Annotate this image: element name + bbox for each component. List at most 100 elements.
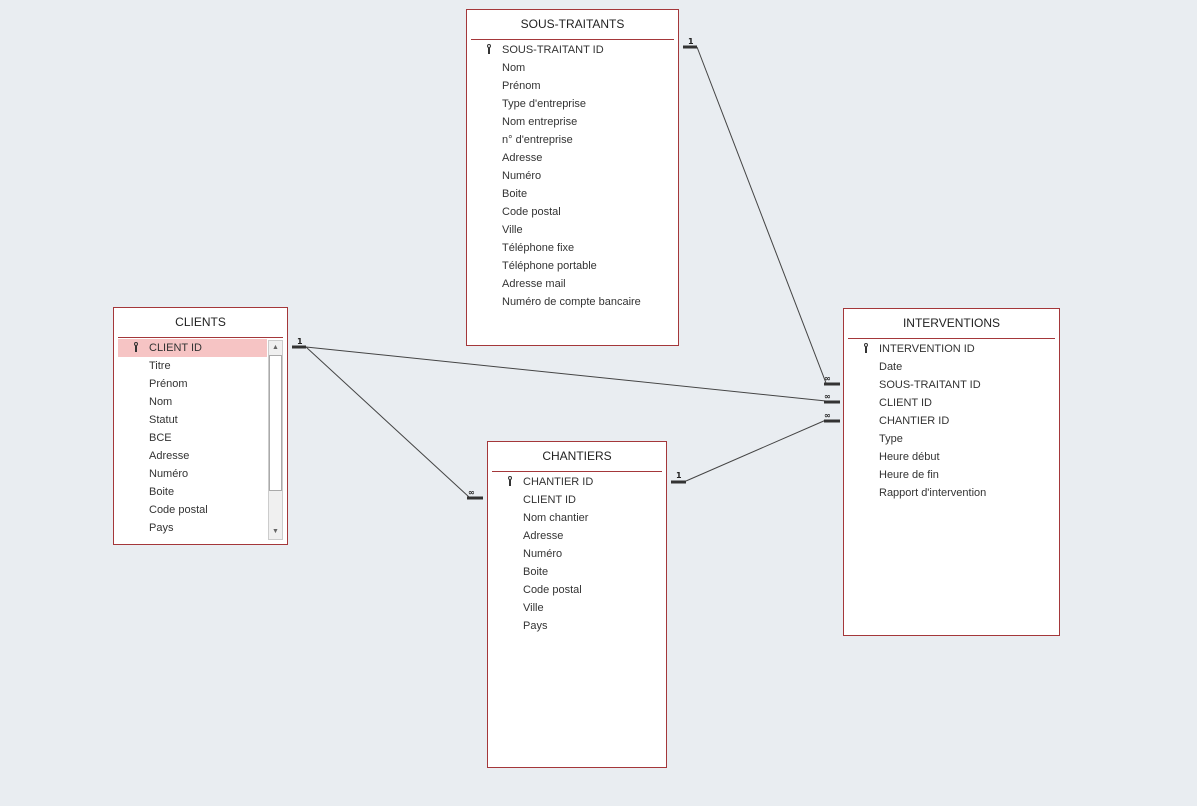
field-name: CHANTIER ID [523,476,594,488]
field-row[interactable]: SOUS-TRAITANT ID [471,41,674,59]
field-row[interactable]: Téléphone portable [471,257,674,275]
field-row[interactable]: Titre [118,357,267,375]
field-row[interactable]: Adresse [492,527,662,545]
field-row[interactable]: Type [848,430,1055,448]
field-row[interactable]: Numéro [492,545,662,563]
field-row[interactable]: Nom chantier [492,509,662,527]
relation-line-client-chantier[interactable] [305,346,470,498]
field-row[interactable]: Prénom [471,77,674,95]
table-title: SOUS-TRAITANTS [520,17,625,31]
scrollbar-thumb[interactable] [269,355,282,491]
field-row[interactable]: Nom [118,393,267,411]
field-row[interactable]: BCE [118,429,267,447]
field-row[interactable]: Adresse [118,447,267,465]
field-row[interactable]: Heure début [848,448,1055,466]
field-list[interactable]: CLIENT ID Titre Prénom Nom Statut BCE Adresse N… [118,339,267,540]
field-row[interactable]: Téléphone fixe [471,239,674,257]
field-row[interactable]: Boite [492,563,662,581]
field-row[interactable]: CHANTIER ID [848,412,1055,430]
field-name: Rapport d'intervention [879,487,987,499]
field-name: Titre [149,360,171,372]
field-list[interactable]: CHANTIER ID CLIENT ID Nom chantier Adresse N… [492,473,662,763]
field-row[interactable]: CHANTIER ID [492,473,662,491]
field-name: Nom [149,396,173,408]
field-row[interactable]: CLIENT ID [118,339,267,357]
table-sous-traitants[interactable]: SOUS-TRAITANTS SOUS-TRAITANT ID Nom Prénom… [466,9,679,346]
field-row[interactable]: Ville [118,537,267,540]
field-row[interactable]: Adresse [471,149,674,167]
table-title: INTERVENTIONS [902,316,1001,330]
field-name: CLIENT ID [149,342,202,354]
field-row[interactable]: Code postal [118,501,267,519]
field-name: INTERVENTION ID [879,343,975,355]
field-row[interactable]: Adresse mail [471,275,674,293]
field-name: CHANTIER ID [879,415,950,427]
field-row[interactable]: Nom [471,59,674,77]
field-list[interactable]: SOUS-TRAITANT ID Nom Prénom Type d'entrepri… [471,41,674,341]
field-name: Numéro [149,468,189,480]
field-name: Numéro [523,548,563,560]
field-name: Numéro de compte bancaire [502,296,641,308]
field-row[interactable]: Code postal [471,203,674,221]
key-icon [864,343,868,353]
scroll-down-arrow-icon[interactable]: ▼ [269,525,282,539]
field-row[interactable]: Prénom [118,375,267,393]
scroll-up-arrow-icon[interactable]: ▲ [269,341,282,355]
field-name: Code postal [149,504,208,516]
field-name: CLIENT ID [879,397,932,409]
field-row[interactable]: INTERVENTION ID [848,340,1055,358]
field-row[interactable]: Heure de fin [848,466,1055,484]
table-interventions[interactable]: INTERVENTIONS INTERVENTION ID Date SOUS-TR… [843,308,1060,636]
field-row[interactable]: SOUS-TRAITANT ID [848,376,1055,394]
many-label: ∞ [468,488,475,497]
field-row[interactable]: Ville [471,221,674,239]
field-name: n° d'entreprise [502,134,573,146]
field-name: Pays [149,522,174,534]
field-name: BCE [149,432,172,444]
field-name: Type d'entreprise [502,98,587,110]
field-name: Boite [523,566,549,578]
field-name: Nom [502,62,526,74]
divider [471,39,674,40]
relation-line-soustraitant-intervention[interactable] [696,46,827,384]
field-row[interactable]: CLIENT ID [848,394,1055,412]
field-row[interactable]: Numéro de compte bancaire [471,293,674,311]
relation-line-chantier-intervention[interactable] [685,419,827,482]
field-name: SOUS-TRAITANT ID [879,379,981,391]
field-row[interactable]: CLIENT ID [492,491,662,509]
field-name: Pays [523,620,548,632]
vertical-scrollbar[interactable]: ▲ ▼ [268,340,283,540]
field-row[interactable]: Type d'entreprise [471,95,674,113]
table-clients[interactable]: CLIENTS CLIENT ID Titre Prénom Nom Statut BCE… [113,307,288,545]
field-name: Statut [149,414,178,426]
field-row[interactable]: Numéro [471,167,674,185]
field-row[interactable]: Date [848,358,1055,376]
field-row[interactable]: Nom entreprise [471,113,674,131]
field-name: Heure début [879,451,940,463]
field-row[interactable]: Pays [118,519,267,537]
field-name: Boite [502,188,528,200]
relation-line-client-intervention[interactable] [305,346,827,402]
field-row[interactable]: Code postal [492,581,662,599]
field-row[interactable]: Boite [118,483,267,501]
field-row[interactable]: Pays [492,617,662,635]
many-label: ∞ [824,392,831,401]
table-chantiers[interactable]: CHANTIERS CHANTIER ID CLIENT ID Nom chanti… [487,441,667,768]
field-list[interactable]: INTERVENTION ID Date SOUS-TRAITANT ID CLIEN… [848,340,1055,631]
field-name: Prénom [502,80,541,92]
field-row[interactable]: Statut [118,411,267,429]
field-name: Téléphone portable [502,260,597,272]
field-name: Numéro [502,170,542,182]
field-name: Type [879,433,903,445]
field-row[interactable]: Rapport d'intervention [848,484,1055,502]
key-icon [487,44,491,54]
field-name: Date [879,361,903,373]
table-title: CLIENTS [175,315,226,329]
field-name: Code postal [502,206,561,218]
field-row[interactable]: Boite [471,185,674,203]
field-row[interactable]: n° d'entreprise [471,131,674,149]
many-label: ∞ [824,411,831,420]
field-row[interactable]: Numéro [118,465,267,483]
field-row[interactable]: Ville [492,599,662,617]
field-name: Ville [523,602,544,614]
